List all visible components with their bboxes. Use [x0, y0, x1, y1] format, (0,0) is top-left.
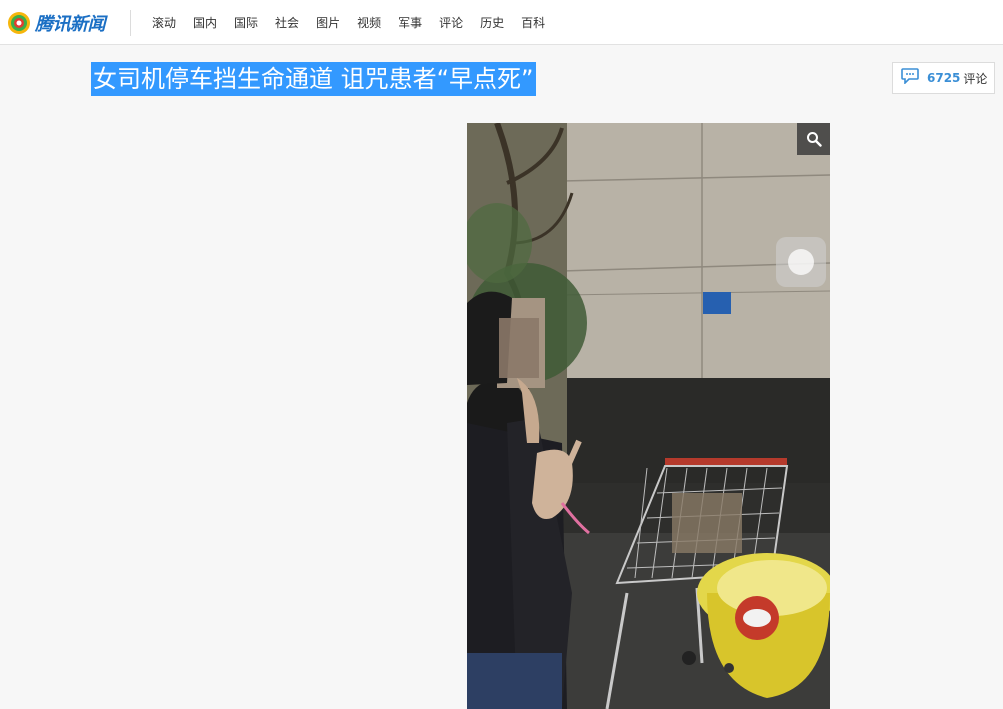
comment-label: 评论 [963, 71, 988, 86]
comment-count: 6725 [927, 71, 961, 85]
logo-text: 腾讯新闻 [35, 14, 106, 35]
nav-item-6[interactable]: 军事 [398, 14, 422, 31]
header-divider [130, 10, 131, 36]
nav-item-5[interactable]: 视频 [357, 14, 381, 31]
photo-illustration [467, 123, 830, 709]
tencent-news-logo[interactable]: 腾讯新闻 [7, 10, 106, 36]
article-photo[interactable] [467, 123, 830, 709]
nav-item-7[interactable]: 评论 [439, 14, 463, 31]
nav-item-2[interactable]: 国际 [234, 14, 258, 31]
nav-item-3[interactable]: 社会 [275, 14, 299, 31]
magnifier-icon [806, 132, 822, 147]
nav-item-0[interactable]: 滚动 [152, 14, 176, 31]
nav-item-8[interactable]: 历史 [480, 14, 504, 31]
article-title: 女司机停车挡生命通道 诅咒患者“早点死” [91, 62, 536, 96]
speech-bubble-icon [901, 68, 919, 88]
nav-item-9[interactable]: 百科 [521, 14, 545, 31]
nav-item-1[interactable]: 国内 [193, 14, 217, 31]
floating-assistive-button[interactable] [776, 237, 826, 287]
nav-item-4[interactable]: 图片 [316, 14, 340, 31]
comments-button[interactable]: 6725 评论 [892, 62, 995, 94]
tencent-logo-icon [7, 11, 31, 35]
channel-nav: 滚动 国内 国际 社会 图片 视频 军事 评论 历史 百科 [152, 0, 562, 44]
floating-button-dot [788, 249, 814, 275]
zoom-button[interactable] [797, 123, 830, 155]
top-navigation-bar: 腾讯新闻 滚动 国内 国际 社会 图片 视频 军事 评论 历史 百科 [0, 0, 1003, 45]
